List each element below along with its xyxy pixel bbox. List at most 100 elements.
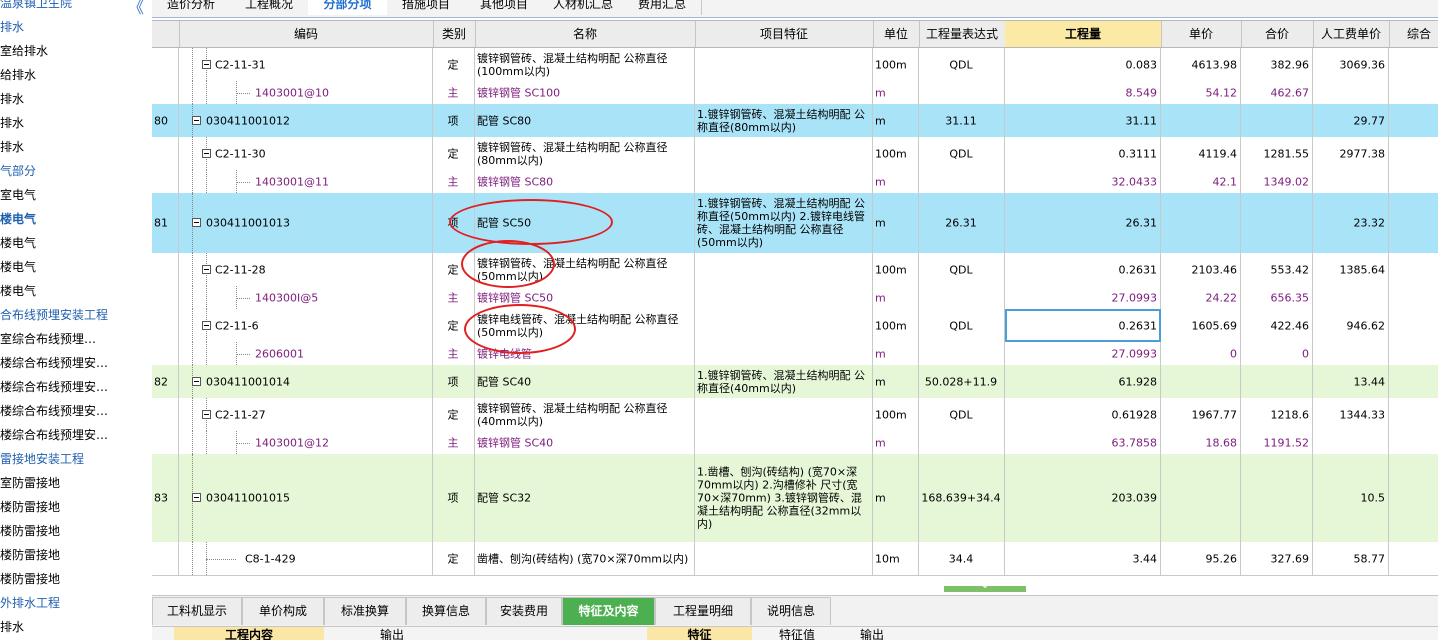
detail-tab-4[interactable]: 安装费用 xyxy=(486,597,562,625)
cell-idx[interactable] xyxy=(152,542,179,575)
tree-item[interactable]: 楼防雷接地 xyxy=(0,495,60,519)
cell-name[interactable]: 镀锌钢管 SC80 xyxy=(475,170,695,193)
column-header[interactable]: 工程量表达式 xyxy=(919,21,1006,47)
cell-total[interactable]: 1218.6 xyxy=(1241,398,1313,431)
cell-total[interactable]: 462.67 xyxy=(1241,81,1313,104)
cell-idx[interactable] xyxy=(152,137,179,170)
cell-extra[interactable] xyxy=(1389,104,1438,137)
column-header[interactable]: 编码 xyxy=(179,21,434,47)
cell-extra[interactable] xyxy=(1389,454,1438,542)
cell-code[interactable]: C8-1-429 xyxy=(179,542,433,575)
column-header[interactable]: 单位 xyxy=(873,21,920,47)
cell-type[interactable]: 定 xyxy=(433,48,475,81)
cell-labor[interactable] xyxy=(1313,170,1389,193)
cell-expr[interactable] xyxy=(919,286,1005,309)
collapse-toggle-icon[interactable] xyxy=(192,376,201,386)
cell-expr[interactable]: QDL xyxy=(919,48,1005,81)
cell-unit[interactable]: m xyxy=(873,170,919,193)
cell-idx[interactable] xyxy=(152,253,179,286)
cell-total[interactable]: 553.42 xyxy=(1241,253,1313,286)
tree-item[interactable]: 排水 xyxy=(0,111,24,135)
tree-item[interactable]: 温泉镇卫生院 xyxy=(0,0,72,15)
cell-extra[interactable] xyxy=(1389,137,1438,170)
cell-extra[interactable] xyxy=(1389,253,1438,286)
cell-code[interactable]: 1403001@12 xyxy=(179,431,433,454)
cell-qty[interactable]: 203.039 xyxy=(1005,454,1161,542)
cell-expr[interactable]: 26.31 xyxy=(919,193,1005,253)
cell-total[interactable] xyxy=(1241,365,1313,398)
cell-name[interactable]: 镀锌电线管 xyxy=(475,342,695,365)
column-header[interactable]: 名称 xyxy=(475,21,696,47)
cell-idx[interactable]: 81 xyxy=(152,193,179,253)
cell-idx[interactable]: 80 xyxy=(152,104,179,137)
cell-feature[interactable] xyxy=(695,48,873,81)
cell-name[interactable]: 配管 SC40 xyxy=(475,365,695,398)
cell-name[interactable]: 配管 SC50 xyxy=(475,193,695,253)
tab-3[interactable]: 措施项目 xyxy=(387,0,466,15)
cell-feature[interactable]: 1.镀锌钢管砖、混凝土结构明配 公称直径(80mm以内) xyxy=(695,104,873,137)
cell-labor[interactable]: 23.32 xyxy=(1313,193,1389,253)
cell-price[interactable]: 1967.77 xyxy=(1161,398,1241,431)
cell-qty[interactable]: 8.549 xyxy=(1005,81,1161,104)
column-header[interactable]: 单价 xyxy=(1161,21,1242,47)
cell-qty[interactable]: 0.2631 xyxy=(1005,309,1161,342)
column-header[interactable]: 综合 xyxy=(1389,21,1438,47)
cell-expr[interactable]: 50.028+11.9 xyxy=(919,365,1005,398)
cell-feature[interactable]: 1.镀锌钢管砖、混凝土结构明配 公称直径(40mm以内) xyxy=(695,365,873,398)
cell-labor[interactable]: 10.5 xyxy=(1313,454,1389,542)
cell-expr[interactable]: 168.639+34.4 xyxy=(919,454,1005,542)
cell-total[interactable]: 1349.02 xyxy=(1241,170,1313,193)
tree-item[interactable]: 楼电气 xyxy=(0,207,36,231)
column-header[interactable]: 项目特征 xyxy=(695,21,874,47)
cell-labor[interactable] xyxy=(1313,342,1389,365)
cell-price[interactable]: 4119.4 xyxy=(1161,137,1241,170)
column-header[interactable]: 合价 xyxy=(1241,21,1314,47)
cell-unit[interactable]: m xyxy=(873,431,919,454)
cell-type[interactable]: 定 xyxy=(433,253,475,286)
work-content-output-header[interactable]: 输出 xyxy=(337,627,447,640)
cell-extra[interactable] xyxy=(1389,542,1438,575)
tree-item[interactable]: 楼电气 xyxy=(0,255,36,279)
cell-name[interactable]: 镀锌电线管砖、混凝土结构明配 公称直径(50mm以内) xyxy=(475,309,695,342)
cell-extra[interactable] xyxy=(1389,286,1438,309)
cell-price[interactable]: 24.22 xyxy=(1161,286,1241,309)
tree-item[interactable]: 合布线预埋安装工程 xyxy=(0,303,108,327)
tab-4[interactable]: 其他项目 xyxy=(465,0,544,15)
tree-item[interactable]: 雷接地安装工程 xyxy=(0,447,84,471)
collapse-panel-icon[interactable]: 《 xyxy=(128,0,144,18)
tree-item[interactable]: 楼防雷接地 xyxy=(0,519,60,543)
cell-labor[interactable] xyxy=(1313,431,1389,454)
column-header[interactable]: 人工费单价 xyxy=(1313,21,1390,47)
collapse-toggle-icon[interactable] xyxy=(202,320,211,330)
cell-type[interactable]: 定 xyxy=(433,398,475,431)
bill-item-row[interactable]: 83 030411001015 项 配管 SC32 1.凿槽、刨沟(砖结构) (宽70×… xyxy=(152,454,1438,543)
cell-type[interactable]: 项 xyxy=(433,454,475,542)
cell-unit[interactable]: 100m xyxy=(873,253,919,286)
cell-expr[interactable]: QDL xyxy=(919,137,1005,170)
tab-1[interactable]: 工程概况 xyxy=(230,0,309,15)
cell-labor[interactable] xyxy=(1313,81,1389,104)
tree-item[interactable]: 楼电气 xyxy=(0,231,36,255)
cell-price[interactable] xyxy=(1161,104,1241,137)
cell-unit[interactable]: m xyxy=(873,365,919,398)
cell-feature[interactable] xyxy=(695,342,873,365)
bill-item-row[interactable]: 82 030411001014 项 配管 SC40 1.镀锌钢管砖、混凝土结构明配 公称… xyxy=(152,365,1438,399)
cell-labor[interactable] xyxy=(1313,286,1389,309)
cell-price[interactable]: 42.1 xyxy=(1161,170,1241,193)
cell-qty[interactable]: 0.083 xyxy=(1005,48,1161,81)
tree-item[interactable]: 气部分 xyxy=(0,159,36,183)
cell-unit[interactable]: m xyxy=(873,193,919,253)
cell-unit[interactable]: 10m xyxy=(873,542,919,575)
cell-idx[interactable] xyxy=(152,431,179,454)
cell-feature[interactable] xyxy=(695,398,873,431)
cell-labor[interactable]: 13.44 xyxy=(1313,365,1389,398)
cell-price[interactable] xyxy=(1161,454,1241,542)
material-row[interactable]: 1403001@12 主 镀锌钢管 SC40 m 63.7858 18.68 1191.52 xyxy=(152,431,1438,455)
cell-code[interactable]: 030411001015 xyxy=(179,454,433,542)
cell-expr[interactable] xyxy=(919,81,1005,104)
cell-code[interactable]: 1403001@11 xyxy=(179,170,433,193)
detail-tab-0[interactable]: 工料机显示 xyxy=(152,597,242,625)
cell-labor[interactable]: 29.77 xyxy=(1313,104,1389,137)
cell-code[interactable]: 140300I@5 xyxy=(179,286,433,309)
cell-type[interactable]: 定 xyxy=(433,137,475,170)
